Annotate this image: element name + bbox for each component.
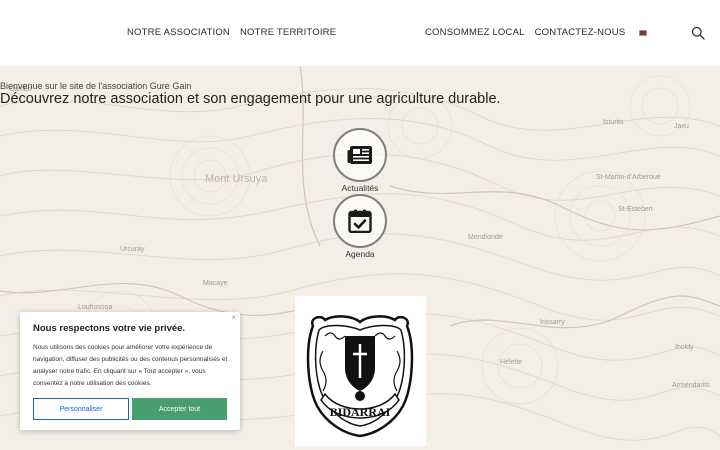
map-label: St-Esteben — [618, 206, 653, 213]
page-headline: Découvrez notre association et son engag… — [0, 91, 501, 107]
agenda-button[interactable] — [333, 194, 387, 248]
map-label: Mont Ursuya — [205, 173, 268, 185]
map-label: St-Martin-d'Arberoue — [596, 174, 661, 181]
actualites-button[interactable] — [333, 128, 387, 182]
accept-all-cookies-button[interactable]: Accepter tout — [132, 398, 227, 420]
map-label: Hélette — [500, 359, 523, 366]
newspaper-icon — [347, 146, 372, 164]
map-label: Isturits — [603, 119, 624, 126]
cookie-consent-banner: Nous respectons votre vie privée. × Nous… — [20, 312, 240, 430]
close-icon[interactable]: × — [231, 313, 236, 322]
nav-item-notre-territoire[interactable]: NOTRE TERRITOIRE — [240, 27, 336, 38]
actualites-label[interactable]: Actualités — [320, 183, 400, 193]
map-label: Irissarry — [540, 319, 565, 326]
map-label: Urcuray — [120, 246, 145, 253]
map-label: Armendarits — [672, 382, 710, 389]
main-nav-right: CONSOMMEZ LOCAL CONTACTEZ-NOUS — [425, 27, 648, 38]
logo-text: BIDARRAI — [330, 405, 391, 419]
search-icon[interactable] — [691, 26, 705, 40]
nav-item-consommez-local[interactable]: CONSOMMEZ LOCAL — [425, 27, 525, 38]
map-label: Louhossoa — [78, 304, 113, 311]
customize-cookies-button[interactable]: Personnaliser — [33, 398, 129, 420]
cookie-title: Nous respectons votre vie privée. — [33, 323, 186, 334]
map-label: Jaxu — [674, 123, 689, 130]
welcome-text: Bienvenue sur le site de l'association G… — [0, 81, 192, 91]
agenda-label[interactable]: Agenda — [320, 249, 400, 259]
cookie-description: Nous utilisons des cookies pour améliore… — [33, 344, 228, 387]
map-label: Mendionde — [468, 234, 503, 241]
calendar-check-icon — [348, 209, 372, 233]
nav-item-contactez-nous[interactable]: CONTACTEZ-NOUS — [535, 27, 626, 38]
basque-flag-icon[interactable] — [639, 30, 648, 36]
map-label: Iholdy — [675, 344, 694, 351]
bidarrai-logo: BIDARRAI — [295, 296, 426, 446]
nav-item-notre-association[interactable]: NOTRE ASSOCIATION — [127, 27, 230, 38]
main-nav-left: NOTRE ASSOCIATION NOTRE TERRITOIRE — [127, 27, 336, 38]
site-header: NOTRE ASSOCIATION NOTRE TERRITOIRE CONSO… — [0, 0, 720, 66]
bidarrai-coat-of-arms-logo: BIDARRAI — [306, 315, 414, 438]
map-label: Macaye — [203, 280, 228, 287]
